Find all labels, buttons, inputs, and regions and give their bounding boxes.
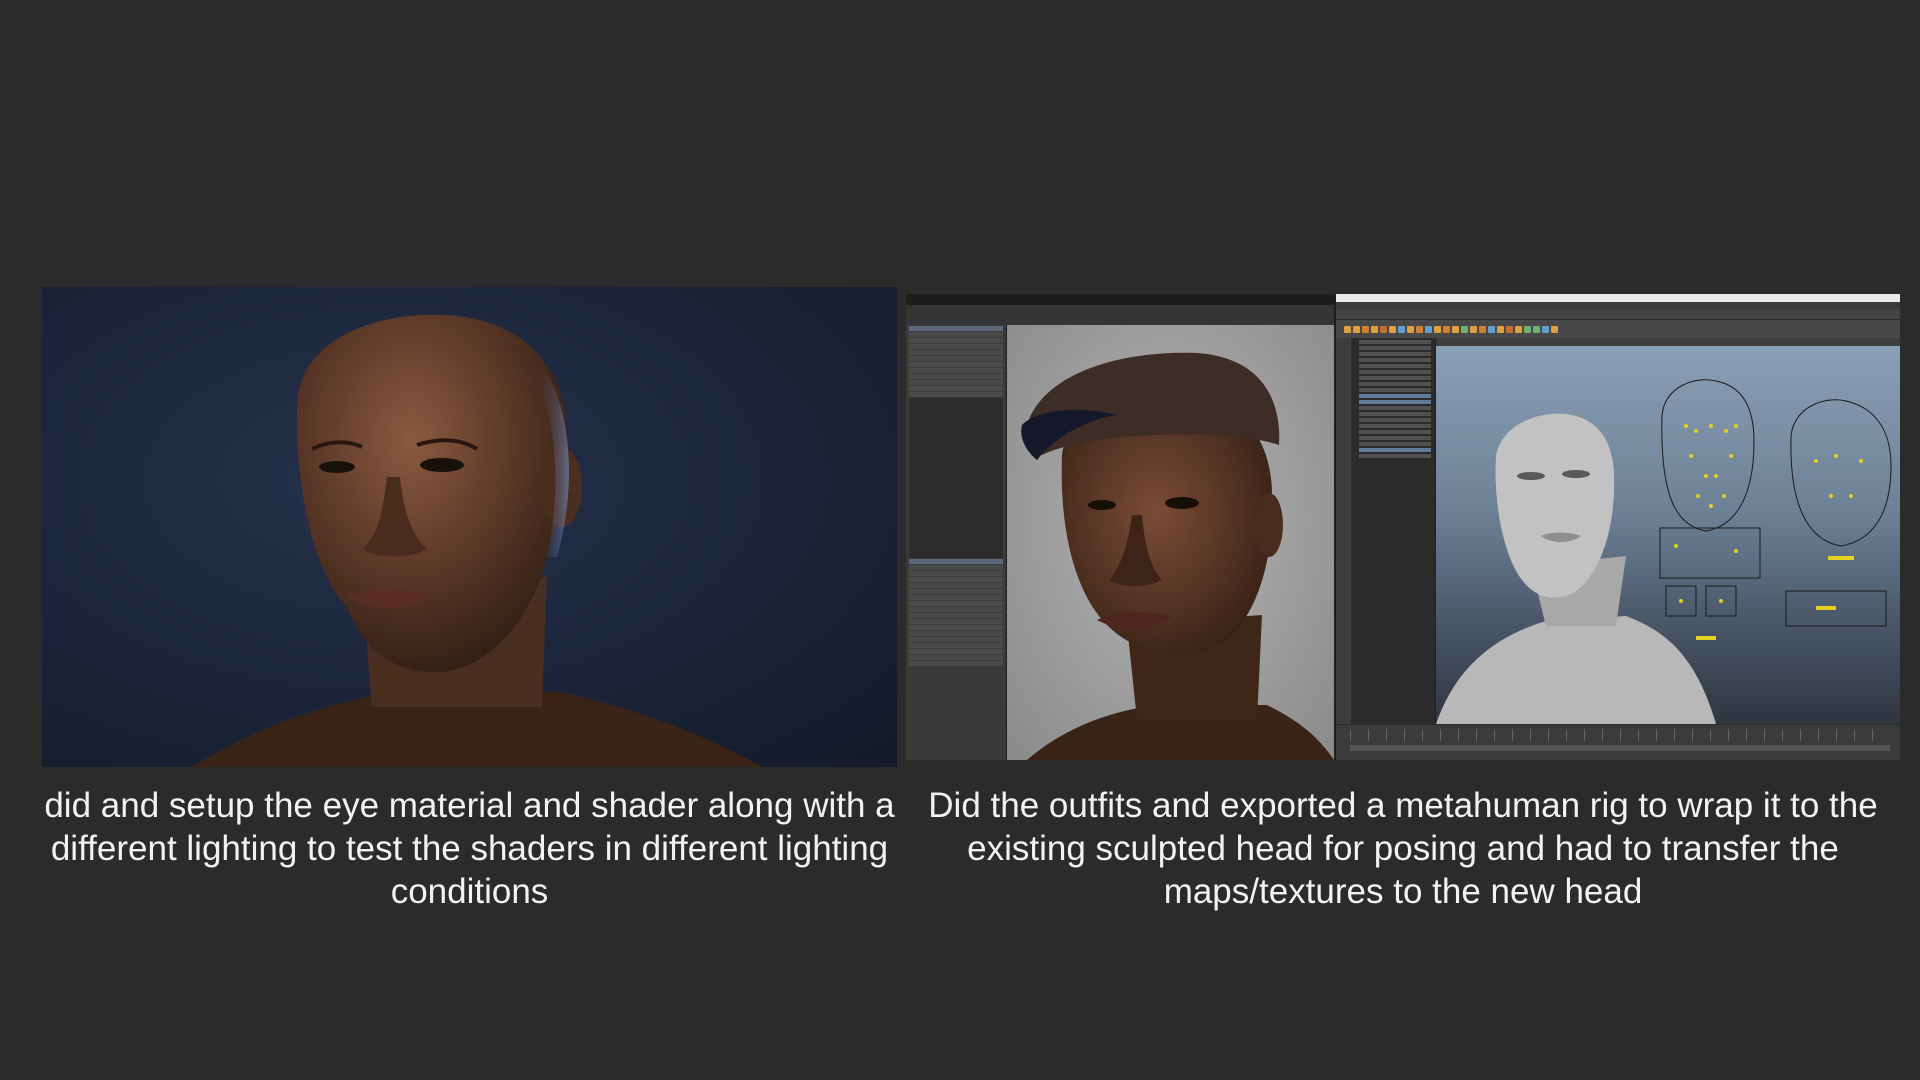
face-rig-board-side — [1790, 399, 1892, 547]
face-rig-board-front — [1659, 379, 1761, 617]
texturing-app-viewport — [1007, 325, 1334, 760]
head-render-illustration — [192, 314, 762, 767]
rigging-app-titlebar — [1336, 294, 1900, 302]
rigging-app-toolbox — [1336, 338, 1350, 724]
rigging-app-window — [1336, 294, 1900, 760]
rigging-app-viewport-toolbar — [1436, 338, 1900, 346]
rigging-app-statusline — [1336, 310, 1900, 320]
texturing-app-layer-panel — [906, 325, 1007, 760]
rigging-app-timeline — [1336, 724, 1900, 760]
software-screenshots-image — [906, 294, 1900, 760]
rigging-app-viewport — [1436, 346, 1900, 724]
grey-head-and-face-rig — [1436, 379, 1892, 724]
texturing-app-menubar — [906, 294, 1334, 305]
texturing-app-toolbar — [906, 305, 1334, 326]
texturing-app-window — [906, 294, 1334, 760]
right-caption: Did the outfits and exported a metahuman… — [928, 786, 1878, 911]
rigging-app-shelf — [1336, 320, 1900, 338]
capped-head-render — [1021, 352, 1334, 760]
rigging-app-outliner — [1351, 338, 1436, 724]
slide: did and setup the eye material and shade… — [0, 0, 1920, 1080]
rigging-app-menubar — [1336, 302, 1900, 310]
left-caption: did and setup the eye material and shade… — [44, 786, 895, 911]
head-render-image — [42, 287, 897, 767]
